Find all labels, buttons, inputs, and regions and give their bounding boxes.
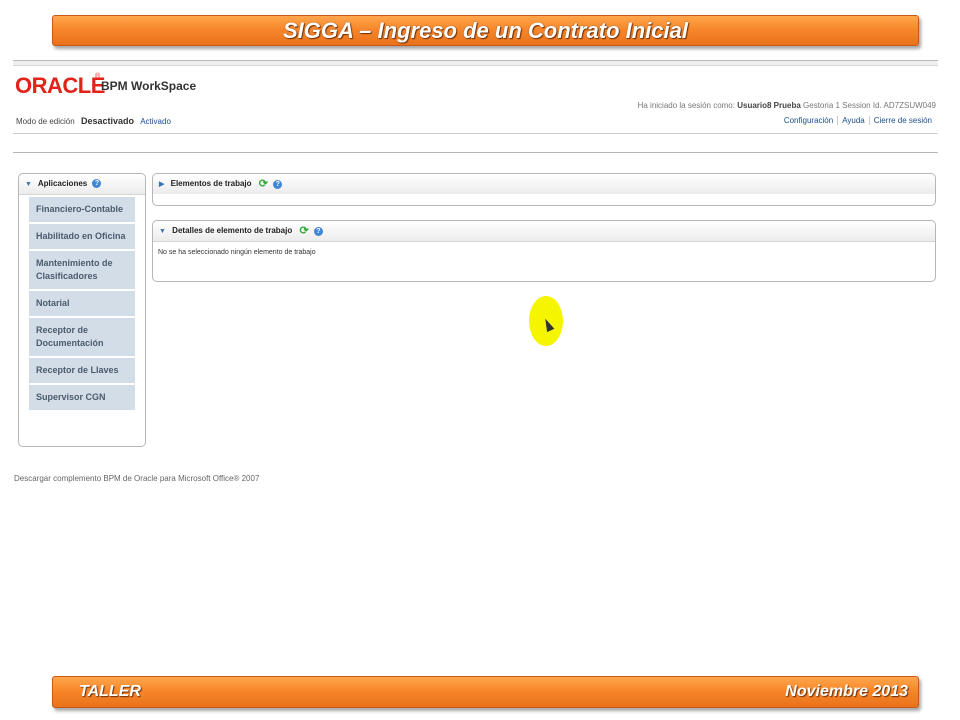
triangle-down-icon[interactable]: ▼ — [159, 222, 166, 242]
work-item-details-title: Detalles de elemento de trabajo — [172, 226, 293, 236]
triangle-down-icon[interactable]: ▼ — [25, 175, 32, 195]
edit-mode-label: Modo de edición — [16, 117, 75, 126]
help-link[interactable]: Ayuda — [837, 116, 869, 125]
edit-mode-activate-link[interactable]: Activado — [140, 117, 171, 126]
help-icon[interactable]: ? — [273, 179, 283, 189]
slide-footer-banner: TALLER Noviembre 2013 — [52, 676, 919, 708]
refresh-icon[interactable]: ⟳ — [259, 174, 268, 194]
triangle-right-icon[interactable]: ▶ — [159, 175, 164, 195]
session-id: AD7ZSUW049 — [883, 101, 936, 110]
help-icon[interactable]: ? — [313, 226, 323, 236]
work-items-panel-header[interactable]: ▶ Elementos de trabajo ⟳ ? — [153, 174, 935, 194]
help-icon[interactable]: ? — [92, 179, 102, 189]
product-name: BPM WorkSpace — [101, 79, 197, 93]
office-addin-download-link[interactable]: Descargar complemento BPM de Oracle para… — [14, 474, 259, 483]
applications-panel-header[interactable]: ▼ Aplicaciones ? — [19, 174, 145, 195]
session-user: Usuario8 Prueba — [737, 101, 801, 110]
applications-title: Aplicaciones — [37, 179, 88, 188]
header-divider — [13, 133, 938, 134]
applications-menu: Financiero-Contable Habilitado en Oficin… — [29, 197, 135, 412]
slide-title: SIGGA – Ingreso de un Contrato Inicial — [282, 18, 688, 43]
footer-left-text: TALLER — [79, 683, 141, 700]
content-divider — [13, 152, 938, 153]
refresh-icon[interactable]: ⟳ — [299, 221, 308, 241]
edit-mode-deactivated: Desactivado — [80, 116, 134, 126]
app-item-financiero-contable[interactable]: Financiero-Contable — [29, 197, 135, 224]
top-links: Configuración Ayuda Cierre de sesión — [780, 116, 936, 125]
settings-link[interactable]: Configuración — [780, 116, 837, 125]
app-item-receptor-documentacion[interactable]: Receptor de Documentación — [29, 318, 135, 358]
app-item-habilitado-en-oficina[interactable]: Habilitado en Oficina — [29, 224, 135, 251]
app-item-supervisor-cgn[interactable]: Supervisor CGN — [29, 385, 135, 412]
applications-panel: ▼ Aplicaciones ? Financiero-Contable Hab… — [18, 173, 146, 447]
session-info: Ha iniciado la sesión como: Usuario8 Pru… — [638, 101, 936, 110]
app-item-receptor-llaves[interactable]: Receptor de Llaves — [29, 358, 135, 385]
edit-mode: Modo de edición Desactivado Activado — [16, 116, 171, 126]
top-toolbar-strip — [13, 60, 938, 66]
oracle-logo: ORACLE — [15, 73, 105, 98]
session-id-label: Session Id. — [842, 101, 882, 110]
session-group: Gestoria 1 — [803, 101, 840, 110]
logout-link[interactable]: Cierre de sesión — [868, 116, 936, 125]
footer-right-text: Noviembre 2013 — [785, 683, 908, 700]
session-prefix: Ha iniciado la sesión como: — [637, 101, 735, 110]
slide-title-banner: SIGGA – Ingreso de un Contrato Inicial — [52, 15, 919, 46]
app-item-mantenimiento-clasificadores[interactable]: Mantenimiento de Clasificadores — [29, 251, 135, 291]
app-item-notarial[interactable]: Notarial — [29, 291, 135, 318]
work-items-title: Elementos de trabajo — [170, 179, 252, 189]
no-selection-message: No se ha seleccionado ningún elemento de… — [158, 249, 316, 256]
work-item-details-header[interactable]: ▼ Detalles de elemento de trabajo ⟳ ? — [153, 221, 935, 242]
registered-mark: ® — [95, 73, 101, 80]
work-item-details-panel: ▼ Detalles de elemento de trabajo ⟳ ? No… — [152, 220, 936, 282]
bpm-workspace-app: ORACLE ® BPM WorkSpace Ha iniciado la se… — [13, 60, 938, 490]
work-items-panel: ▶ Elementos de trabajo ⟳ ? — [152, 173, 936, 206]
